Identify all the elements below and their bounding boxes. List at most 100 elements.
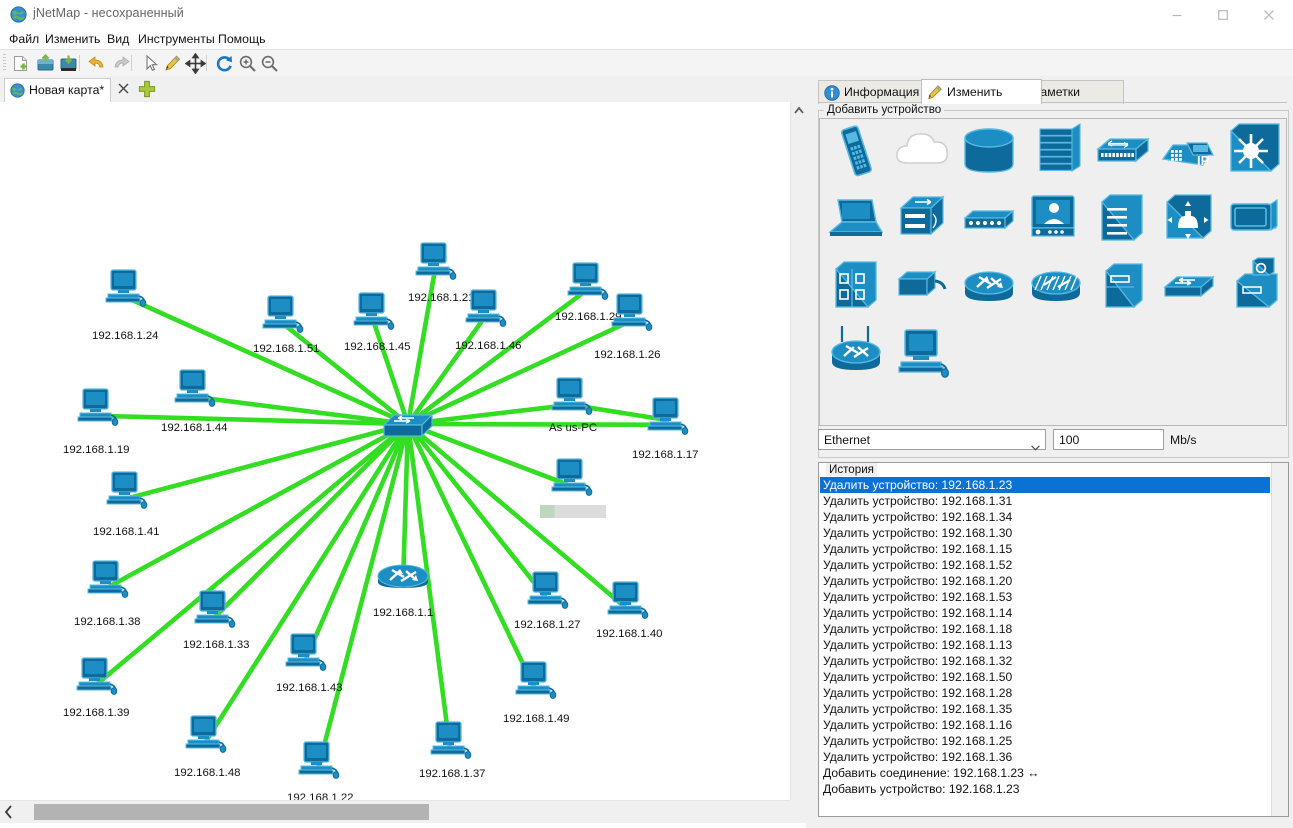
network-map-canvas[interactable]: 192.168.1.24 192.168.1.51 192.168.1.45 192.…: [0, 102, 806, 828]
menu-item-0[interactable]: Файл: [6, 31, 42, 48]
history-item[interactable]: Удалить устройство: 192.168.1.25: [820, 733, 1270, 749]
server-tower-icon[interactable]: [826, 257, 886, 313]
menu-item-4[interactable]: Помощь: [215, 31, 269, 48]
history-item[interactable]: Удалить устройство: 192.168.1.50: [820, 669, 1270, 685]
draw-tool-icon[interactable]: [162, 53, 183, 74]
map-node-pc[interactable]: [74, 656, 118, 699]
new-file-icon[interactable]: [10, 53, 31, 74]
camera-server-icon[interactable]: [1225, 257, 1285, 313]
tab-new-map[interactable]: Новая карта*: [4, 78, 112, 102]
map-node-pc[interactable]: [645, 396, 689, 439]
router-icon[interactable]: [959, 257, 1019, 313]
ip-phone-icon[interactable]: IP: [1159, 123, 1219, 179]
map-node-pc[interactable]: [513, 660, 557, 703]
save-file-icon[interactable]: [58, 53, 79, 74]
map-node-pc[interactable]: [283, 632, 327, 675]
move-tool-icon[interactable]: [184, 52, 207, 75]
history-scrollbar[interactable]: [1271, 463, 1288, 816]
menu-item-3[interactable]: Инструменты: [135, 31, 218, 48]
device-palette[interactable]: IP: [819, 118, 1287, 426]
history-list[interactable]: Удалить устройство: 192.168.1.23 Удалить …: [820, 477, 1270, 815]
map-node-pc[interactable]: [172, 368, 216, 411]
map-node-pc[interactable]: [351, 291, 395, 334]
monitor-icon[interactable]: [1225, 190, 1285, 246]
zoom-in-icon[interactable]: [237, 53, 258, 74]
undo-icon[interactable]: [87, 53, 108, 74]
history-item[interactable]: Удалить устройство: 192.168.1.23: [820, 477, 1270, 493]
canvas-horizontal-scrollbar[interactable]: [0, 800, 806, 823]
map-node-pc[interactable]: [75, 387, 119, 430]
map-node-pc[interactable]: [183, 714, 227, 757]
multilayer-switch-icon[interactable]: [893, 190, 953, 246]
mobile-phone-icon[interactable]: [826, 123, 886, 179]
map-node-pc[interactable]: [296, 740, 340, 783]
map-node-pc[interactable]: [85, 559, 129, 602]
map-node-pc[interactable]: [549, 457, 593, 500]
select-tool-icon[interactable]: [140, 53, 161, 74]
hub-star-icon[interactable]: [1225, 123, 1285, 179]
access-point-icon[interactable]: [959, 190, 1019, 246]
canvas-vertical-scrollbar[interactable]: [790, 102, 807, 812]
map-node-central-switch[interactable]: [380, 407, 436, 444]
history-item[interactable]: Удалить устройство: 192.168.1.20: [820, 573, 1270, 589]
modem-icon[interactable]: [893, 257, 953, 313]
map-node-pc[interactable]: [260, 294, 304, 337]
file-server-icon[interactable]: [1092, 257, 1152, 313]
map-node-pc[interactable]: [463, 288, 507, 331]
database-icon[interactable]: [959, 123, 1019, 179]
maximize-button[interactable]: [1200, 0, 1246, 30]
redo-icon[interactable]: [110, 53, 131, 74]
atm-switch-icon[interactable]: [1026, 257, 1086, 313]
history-item[interactable]: Добавить соединение: 192.168.1.23 ↔: [820, 765, 1270, 781]
history-item[interactable]: Удалить устройство: 192.168.1.15: [820, 541, 1270, 557]
map-node-pc[interactable]: [192, 589, 236, 632]
history-item[interactable]: Удалить устройство: 192.168.1.18: [820, 621, 1270, 637]
horizontal-scroll-thumb[interactable]: [34, 804, 429, 820]
workgroup-switch-icon[interactable]: [1159, 257, 1219, 313]
map-node-pc[interactable]: [428, 720, 472, 763]
tab-close-icon[interactable]: [116, 81, 131, 96]
map-node-pc[interactable]: [103, 268, 147, 311]
scroll-up-icon[interactable]: [791, 102, 807, 119]
history-item[interactable]: Удалить устройство: 192.168.1.32: [820, 653, 1270, 669]
history-item[interactable]: Удалить устройство: 192.168.1.52: [820, 557, 1270, 573]
cloud-icon[interactable]: [893, 123, 953, 179]
history-item[interactable]: Удалить устройство: 192.168.1.14: [820, 605, 1270, 621]
menu-item-1[interactable]: Изменить: [42, 31, 103, 48]
scroll-left-icon[interactable]: [0, 801, 17, 823]
history-item[interactable]: Удалить устройство: 192.168.1.30: [820, 525, 1270, 541]
history-item[interactable]: Удалить устройство: 192.168.1.53: [820, 589, 1270, 605]
minimize-button[interactable]: [1154, 0, 1200, 30]
history-item[interactable]: Удалить устройство: 192.168.1.31: [820, 493, 1270, 509]
menu-item-2[interactable]: Вид: [104, 31, 132, 48]
history-item[interactable]: Удалить устройство: 192.168.1.13: [820, 637, 1270, 653]
wireless-router-icon[interactable]: [826, 324, 886, 380]
tab-изменить[interactable]: Изменить: [921, 79, 1042, 104]
desktop-pc-icon[interactable]: [893, 324, 953, 380]
history-item[interactable]: Удалить устройство: 192.168.1.16: [820, 717, 1270, 733]
map-node-pc[interactable]: [413, 241, 457, 284]
history-item[interactable]: Добавить устройство: 192.168.1.23: [820, 781, 1270, 797]
voice-gateway-icon[interactable]: [1159, 190, 1219, 246]
map-node-pc[interactable]: [104, 470, 148, 513]
zoom-out-icon[interactable]: [259, 53, 280, 74]
add-tab-icon[interactable]: [138, 80, 156, 98]
close-button[interactable]: [1246, 0, 1292, 30]
toolbar-grip[interactable]: [3, 54, 6, 72]
video-terminal-icon[interactable]: [1026, 190, 1086, 246]
firewall-icon[interactable]: [1026, 123, 1086, 179]
map-node-pc[interactable]: [565, 261, 609, 304]
laptop-icon[interactable]: [826, 190, 886, 246]
switch-icon[interactable]: [1092, 123, 1152, 179]
map-node-pc[interactable]: [525, 570, 569, 613]
history-item[interactable]: Удалить устройство: 192.168.1.34: [820, 509, 1270, 525]
map-node-router[interactable]: [375, 560, 431, 597]
map-node-pc[interactable]: [609, 292, 653, 335]
history-item[interactable]: Удалить устройство: 192.168.1.35: [820, 701, 1270, 717]
server-rack-icon[interactable]: [1092, 190, 1152, 246]
refresh-icon[interactable]: [214, 53, 235, 74]
map-node-pc[interactable]: [605, 580, 649, 623]
history-item[interactable]: Удалить устройство: 192.168.1.28: [820, 685, 1270, 701]
connection-type-select[interactable]: Ethernet: [818, 429, 1046, 451]
speed-input[interactable]: 100: [1053, 429, 1164, 450]
